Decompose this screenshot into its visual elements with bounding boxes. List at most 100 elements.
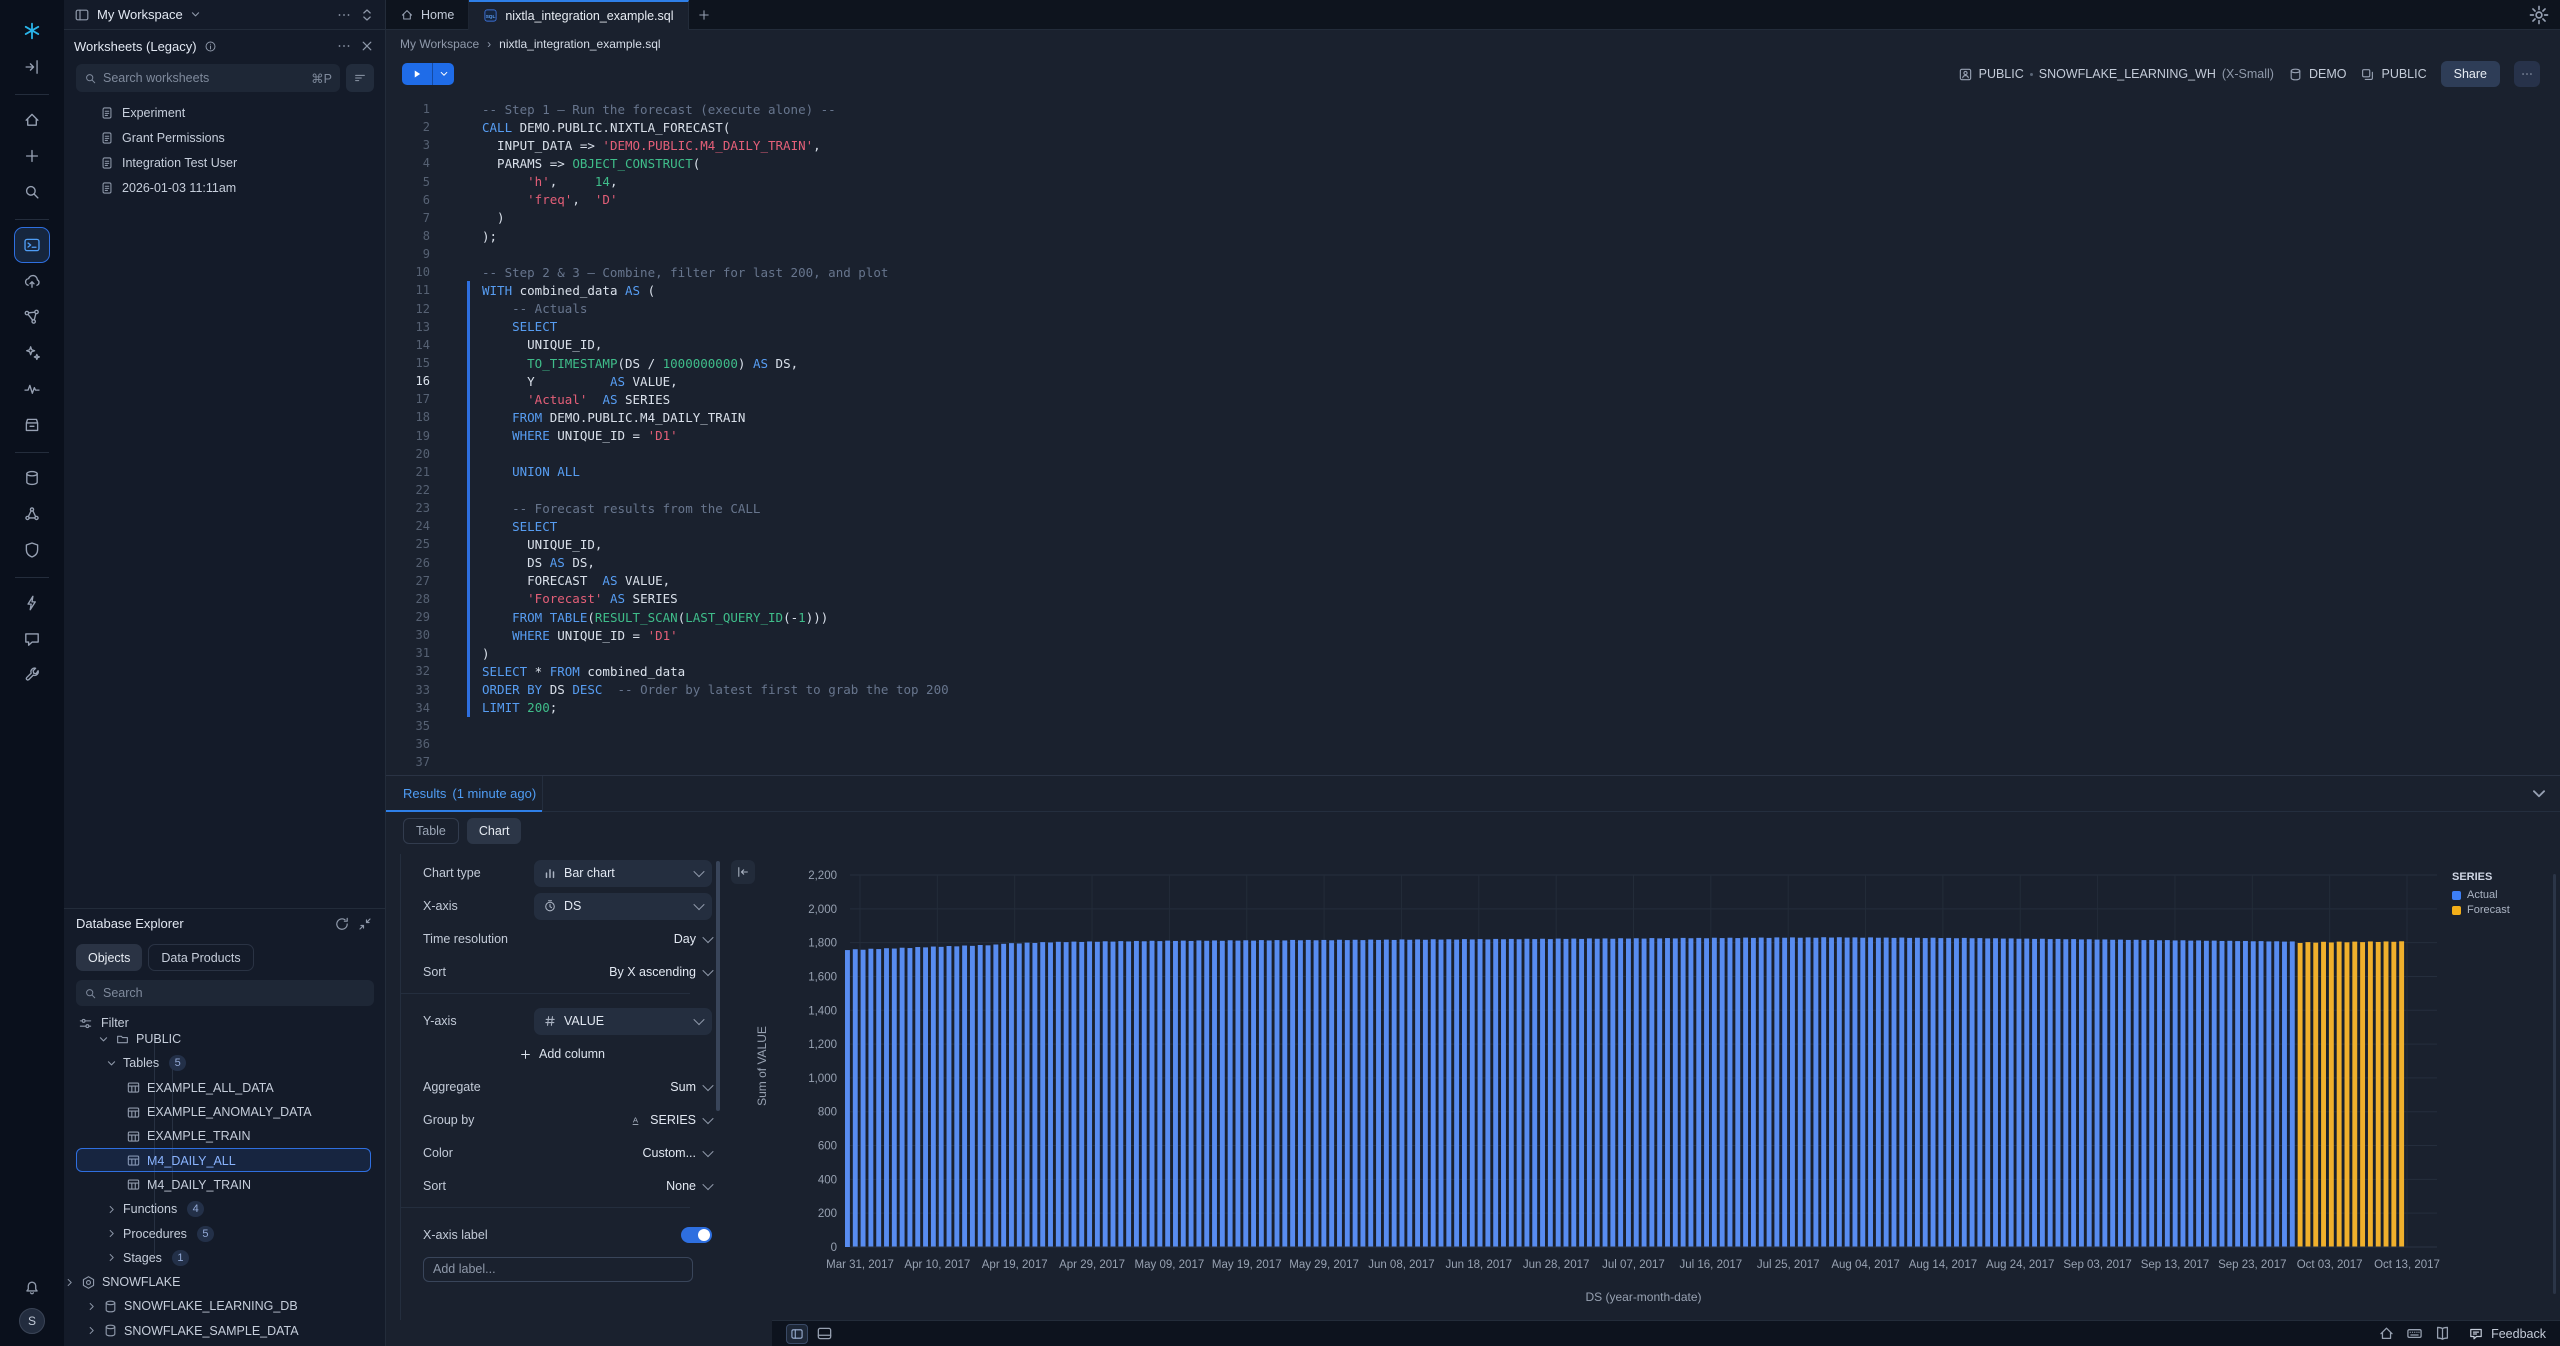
rail-activity-button[interactable] — [15, 372, 49, 406]
legend-item-actual[interactable]: Actual — [2452, 889, 2544, 901]
sort-select[interactable]: By X ascending — [609, 965, 712, 979]
tree-item-example_anomaly_data[interactable]: EXAMPLE_ANOMALY_DATA — [64, 1100, 385, 1124]
bar-actual[interactable] — [1892, 938, 1897, 1247]
bar-actual[interactable] — [1774, 937, 1779, 1247]
workspace-collapse-icon[interactable] — [359, 7, 375, 23]
bar-actual[interactable] — [1470, 939, 1475, 1247]
bar-actual[interactable] — [1275, 940, 1280, 1247]
bar-forecast[interactable] — [2352, 942, 2357, 1247]
bar-actual[interactable] — [2134, 940, 2139, 1247]
tab-worksheet-file[interactable]: SQL nixtla_integration_example.sql — [469, 0, 688, 30]
bar-actual[interactable] — [1743, 938, 1748, 1247]
bar-actual[interactable] — [1251, 941, 1256, 1247]
rail-governance-button[interactable] — [15, 497, 49, 531]
bar-actual[interactable] — [1931, 938, 1936, 1247]
bar-actual[interactable] — [900, 948, 905, 1247]
bar-actual[interactable] — [1103, 941, 1108, 1247]
bar-actual[interactable] — [1564, 939, 1569, 1247]
bar-forecast[interactable] — [2391, 942, 2396, 1247]
bar-actual[interactable] — [2204, 941, 2209, 1247]
bar-actual[interactable] — [1462, 939, 1467, 1247]
bar-actual[interactable] — [1353, 940, 1358, 1247]
bar-forecast[interactable] — [2360, 942, 2365, 1247]
bar-actual[interactable] — [1142, 941, 1147, 1247]
bar-actual[interactable] — [2126, 940, 2131, 1247]
worksheet-item[interactable]: Integration Test User — [64, 150, 385, 175]
bar-actual[interactable] — [1735, 938, 1740, 1247]
code-line[interactable]: 21 UNION ALL — [386, 463, 2560, 481]
code-line[interactable]: 4 PARAMS => OBJECT_CONSTRUCT( — [386, 154, 2560, 172]
view-tab-chart[interactable]: Chart — [467, 818, 522, 844]
bar-actual[interactable] — [1157, 941, 1162, 1247]
code-line[interactable]: 8); — [386, 227, 2560, 245]
code-line[interactable]: 34LIMIT 200; — [386, 699, 2560, 717]
bar-actual[interactable] — [1025, 943, 1030, 1247]
bar-actual[interactable] — [1751, 938, 1756, 1247]
bar-actual[interactable] — [993, 945, 998, 1248]
keyboard-shortcuts-icon[interactable] — [2406, 1325, 2423, 1342]
bar-actual[interactable] — [2220, 941, 2225, 1247]
bar-actual[interactable] — [2102, 939, 2107, 1247]
tree-item-example_all_data[interactable]: EXAMPLE_ALL_DATA — [64, 1076, 385, 1100]
code-line[interactable]: 20 — [386, 445, 2560, 463]
settings-gear-icon[interactable] — [2528, 4, 2550, 26]
tree-item-snowflake_learning_db[interactable]: SNOWFLAKE_LEARNING_DB — [64, 1294, 385, 1318]
group-by-select[interactable]: ASERIES — [629, 1113, 712, 1127]
rail-shield-button[interactable] — [15, 533, 49, 567]
y-axis-dropdown[interactable]: VALUE — [534, 1008, 712, 1035]
bar-actual[interactable] — [1868, 937, 1873, 1247]
rail-admin-wrench-button[interactable] — [15, 658, 49, 692]
bar-actual[interactable] — [986, 945, 991, 1247]
view-tab-table[interactable]: Table — [403, 818, 459, 844]
bar-actual[interactable] — [1501, 939, 1506, 1247]
bar-actual[interactable] — [2141, 940, 2146, 1247]
bar-actual[interactable] — [1111, 942, 1116, 1247]
rail-home-button[interactable] — [15, 103, 49, 137]
bar-actual[interactable] — [1337, 940, 1342, 1247]
bar-actual[interactable] — [1681, 938, 1686, 1247]
tab-home[interactable]: Home — [386, 0, 469, 30]
bar-actual[interactable] — [1236, 941, 1241, 1247]
bar-actual[interactable] — [1423, 940, 1428, 1247]
bar-actual[interactable] — [1884, 938, 1889, 1247]
run-play-segment[interactable] — [402, 63, 432, 85]
bar-actual[interactable] — [1571, 939, 1576, 1247]
toggle-sidebar-icon[interactable] — [786, 1324, 808, 1344]
bar-actual[interactable] — [1360, 940, 1365, 1247]
bar-actual[interactable] — [1220, 941, 1225, 1247]
bar-actual[interactable] — [1009, 943, 1014, 1247]
refresh-icon[interactable] — [334, 916, 350, 932]
bar-actual[interactable] — [1439, 940, 1444, 1247]
rail-data-nodes-button[interactable] — [15, 300, 49, 334]
bar-actual[interactable] — [1212, 940, 1217, 1247]
bar-actual[interactable] — [1384, 940, 1389, 1247]
code-line[interactable]: 31) — [386, 644, 2560, 662]
rail-support-chat-button[interactable] — [15, 622, 49, 656]
bar-actual[interactable] — [2056, 939, 2061, 1247]
bar-actual[interactable] — [915, 947, 920, 1247]
tree-item-snowflake[interactable]: SNOWFLAKE — [64, 1270, 385, 1294]
bar-actual[interactable] — [2079, 939, 2084, 1247]
bar-actual[interactable] — [947, 946, 952, 1247]
tree-item-stages[interactable]: Stages1 — [64, 1246, 385, 1270]
bar-actual[interactable] — [1454, 940, 1459, 1247]
code-line[interactable]: 26 DS AS DS, — [386, 554, 2560, 572]
bar-actual[interactable] — [1634, 938, 1639, 1247]
bar-actual[interactable] — [1977, 938, 1982, 1247]
rail-search-button[interactable] — [15, 175, 49, 209]
bar-actual[interactable] — [2149, 940, 2154, 1247]
bar-forecast[interactable] — [2313, 943, 2318, 1247]
bar-actual[interactable] — [892, 949, 897, 1247]
bar-forecast[interactable] — [2329, 942, 2334, 1247]
code-line[interactable]: 24 SELECT — [386, 517, 2560, 535]
bar-forecast[interactable] — [2345, 942, 2350, 1247]
bar-actual[interactable] — [2009, 938, 2014, 1247]
rail-bolt-button[interactable] — [15, 586, 49, 620]
bar-actual[interactable] — [2040, 939, 2045, 1247]
results-tab[interactable]: Results (1 minute ago) — [386, 776, 542, 812]
aggregate-select[interactable]: Sum — [670, 1080, 712, 1094]
bar-actual[interactable] — [1696, 938, 1701, 1247]
code-line[interactable]: 13 SELECT — [386, 318, 2560, 336]
rail-snowflake-logo[interactable] — [15, 14, 49, 48]
worksheet-more-button[interactable] — [2514, 61, 2540, 87]
